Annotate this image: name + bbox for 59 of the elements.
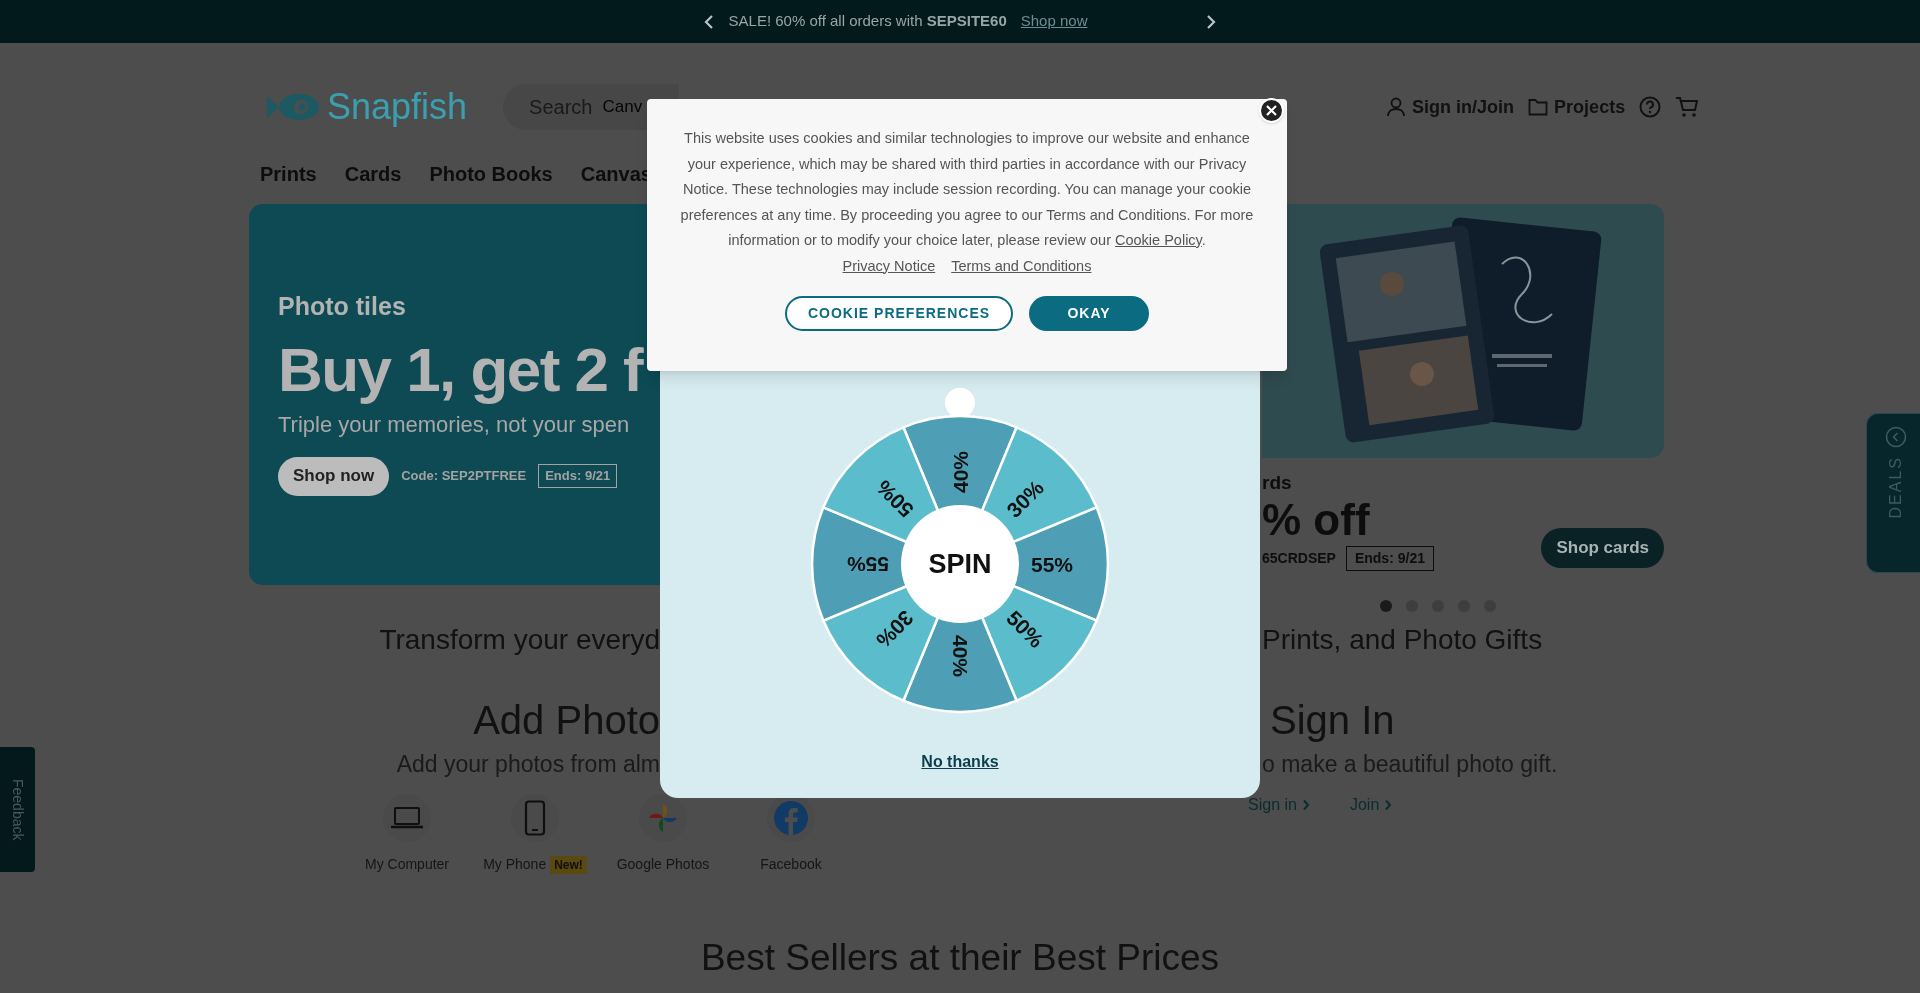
section-title: Add Photo: [473, 697, 660, 744]
shop-now-button[interactable]: Shop now: [278, 456, 390, 496]
chevron-left-icon[interactable]: [702, 13, 715, 30]
header-link[interactable]: Projects: [1528, 93, 1626, 121]
cookie-button[interactable]: OKAY: [1029, 295, 1149, 331]
promo-eyebrow: Photo tiles: [278, 291, 407, 322]
cart-icon[interactable]: [1675, 96, 1700, 118]
logo-text[interactable]: Snapfish: [327, 89, 468, 125]
source-label: My Phone: [483, 855, 547, 874]
chevron-left-circle-icon: [1885, 426, 1907, 448]
chevron-right-icon: [1384, 799, 1393, 811]
promo-headline: Buy 1, get 2 f: [278, 333, 645, 406]
nav-link[interactable]: Prints: [260, 159, 317, 189]
promo-code: 65CRDSEP: [1262, 549, 1336, 568]
sign-link-label: Sign in: [1248, 795, 1297, 815]
promo-subtitle: Triple your memories, not your spen: [278, 410, 631, 439]
no-thanks-link[interactable]: No thanks: [921, 750, 999, 774]
phone-icon: [524, 800, 546, 836]
sign-link[interactable]: Join: [1349, 793, 1393, 817]
header-link-label: Sign in/Join: [1412, 95, 1515, 119]
folder-icon: [1528, 98, 1549, 116]
nav-link[interactable]: Photo Books: [429, 159, 553, 189]
close-icon: [1266, 105, 1277, 116]
cookie-policy-link[interactable]: Cookie Policy: [1115, 232, 1202, 248]
chevron-right-icon[interactable]: [1205, 13, 1218, 30]
section-title: Best Sellers at their Best Prices: [700, 936, 1220, 980]
chevron-right-icon: [1301, 799, 1310, 811]
tagline-text: Transform your everyd: [379, 623, 660, 657]
sign-link-label: Join: [1349, 795, 1380, 815]
feedback-tab[interactable]: Feedback: [0, 747, 35, 872]
source-label: Facebook: [760, 855, 822, 874]
close-button[interactable]: [1259, 98, 1284, 123]
promo-headline: % off: [1262, 494, 1371, 546]
promo-end-date: Ends: 9/21: [538, 464, 618, 488]
shop-cards-button[interactable]: Shop cards: [1541, 528, 1664, 568]
promo-eyebrow: rds: [1262, 472, 1293, 494]
promo-text: SALE! 60% off all orders with SEPSITE60: [728, 11, 1007, 32]
policy-link[interactable]: Privacy Notice: [842, 253, 936, 279]
source-label: My Computer: [365, 855, 449, 874]
header-link-label: Projects: [1554, 95, 1626, 119]
laptop-icon: [390, 806, 424, 830]
tagline-text: Prints, and Photo Gifts: [1262, 624, 1543, 655]
nav-link[interactable]: Cards: [344, 159, 402, 189]
source-label: Google Photos: [616, 855, 710, 874]
new-badge: New!: [550, 855, 587, 874]
user-icon: [1386, 97, 1407, 117]
cookie-notice-text: This website uses cookies and similar technologies to improve our website and enhance your experience, which may be shared with third parties in accordance with our Privacy Notice. These technologies may include session recording. You can manage your cookie preferences at any time. By proceeding you agree to our Terms and Conditions. For more information or to modify your choice later, please review our Cookie Policy.: [679, 129, 1255, 250]
deals-tab[interactable]: DEALS: [1866, 413, 1920, 573]
sign-link[interactable]: Sign in: [1248, 793, 1310, 817]
promo-code: Code: SEP2PTFREE: [401, 467, 527, 486]
shop-now-link[interactable]: Shop now: [1020, 10, 1088, 33]
policy-link[interactable]: Terms and Conditions: [951, 253, 1092, 279]
facebook-icon: [773, 800, 809, 836]
search-value: Canv: [602, 96, 643, 119]
section-title: Sign In: [1270, 697, 1395, 744]
promo-end-date: Ends: 9/21: [1345, 546, 1434, 571]
help-icon[interactable]: [1639, 96, 1662, 118]
header-link[interactable]: Sign in/Join: [1386, 93, 1515, 121]
cookie-button[interactable]: COOKIE PREFERENCES: [785, 295, 1013, 331]
